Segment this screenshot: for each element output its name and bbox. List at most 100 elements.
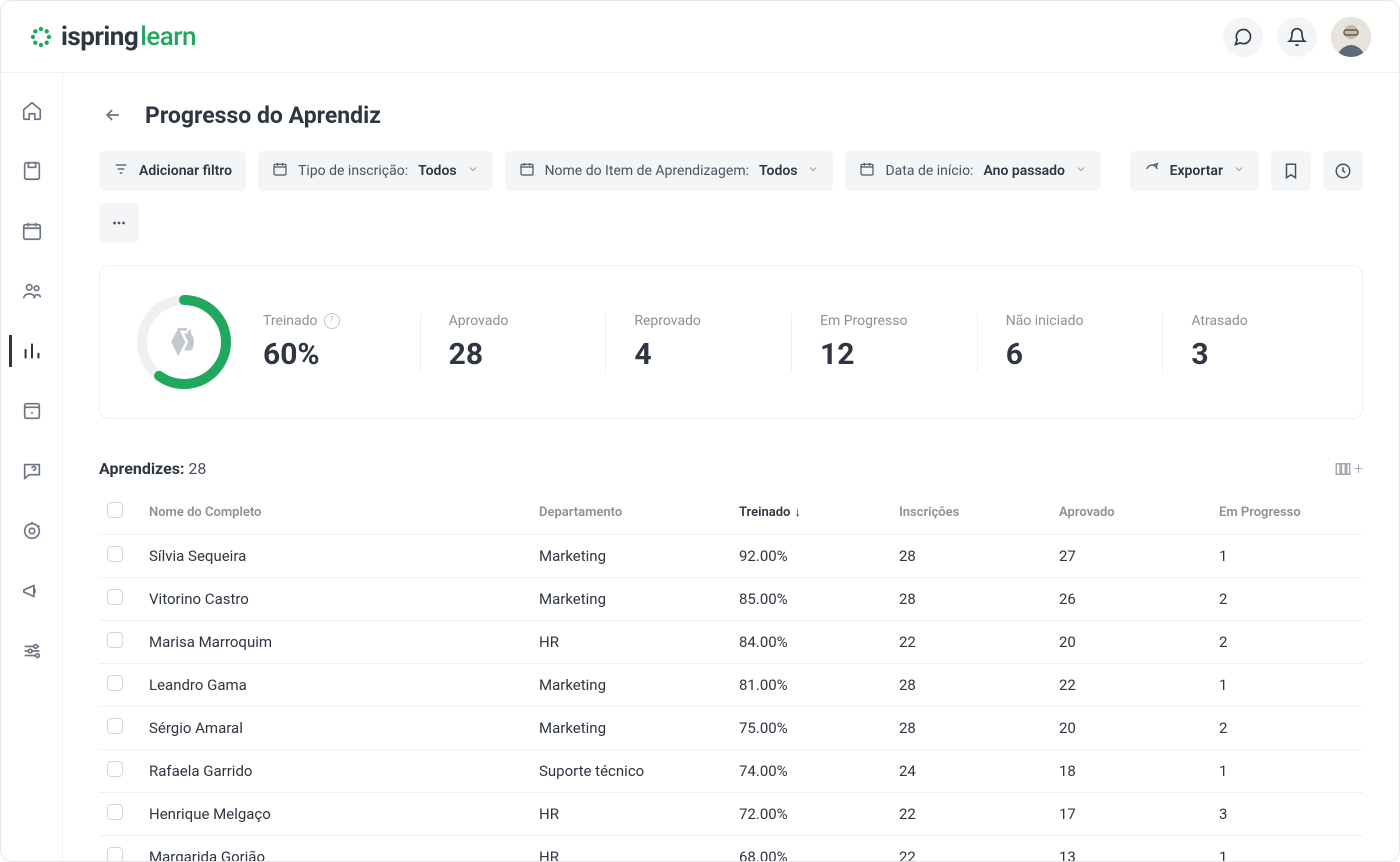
cell-approved: 18 — [1051, 750, 1211, 793]
filter-label: Tipo de inscrição: — [298, 163, 408, 179]
cell-name: Vitorino Castro — [141, 578, 531, 621]
col-approved[interactable]: Aprovado — [1051, 492, 1211, 535]
col-enrollments[interactable]: Inscrições — [891, 492, 1051, 535]
nav-help[interactable] — [9, 455, 51, 487]
row-checkbox[interactable] — [99, 750, 141, 793]
table-row[interactable]: Sílvia SequeiraMarketing92.00%28271 — [99, 535, 1363, 578]
cell-department: Marketing — [531, 578, 731, 621]
calendar-icon — [519, 161, 535, 181]
calendar-icon — [272, 161, 288, 181]
nav-content[interactable] — [9, 155, 51, 187]
cell-department: HR — [531, 793, 731, 836]
user-avatar[interactable] — [1331, 17, 1371, 57]
cell-in-progress: 1 — [1211, 750, 1363, 793]
cell-approved: 13 — [1051, 836, 1211, 862]
nav-announce[interactable] — [9, 575, 51, 607]
stat-value: 6 — [1006, 337, 1143, 372]
stat-value: 60% — [263, 337, 400, 372]
table-title-label: Aprendizes: — [99, 459, 184, 478]
filter-value: Todos — [418, 163, 456, 179]
cell-in-progress: 2 — [1211, 578, 1363, 621]
filter-label: Data de início: — [885, 163, 973, 179]
back-button[interactable] — [99, 101, 127, 129]
export-button[interactable]: Exportar — [1130, 151, 1259, 191]
add-filter-label: Adicionar filtro — [139, 163, 232, 179]
chevron-down-icon — [1233, 163, 1245, 179]
notifications-button[interactable] — [1277, 17, 1317, 57]
nav-archive[interactable] — [9, 395, 51, 427]
stats-card: Treinado? 60% Aprovado 28 Reprovado 4 Em… — [99, 265, 1363, 419]
stat-value: 12 — [820, 337, 957, 372]
table-row[interactable]: Sérgio AmaralMarketing75.00%28202 — [99, 707, 1363, 750]
cell-name: Leandro Gama — [141, 664, 531, 707]
cell-name: Rafaela Garrido — [141, 750, 531, 793]
cell-in-progress: 1 — [1211, 535, 1363, 578]
help-icon[interactable]: ? — [324, 313, 340, 329]
cell-enrollments: 22 — [891, 621, 1051, 664]
cell-in-progress: 2 — [1211, 707, 1363, 750]
columns-button[interactable]: + — [1334, 459, 1363, 478]
cell-enrollments: 28 — [891, 535, 1051, 578]
table-head-row: Nome do Completo Departamento Treinado↓ … — [99, 492, 1363, 535]
col-checkbox[interactable] — [99, 492, 141, 535]
stat-not-started: Não iniciado 6 — [977, 313, 1143, 372]
stat-failed: Reprovado 4 — [605, 313, 771, 372]
filter-item-name[interactable]: Nome do Item de Aprendizagem: Todos — [505, 151, 834, 191]
more-button[interactable] — [99, 203, 139, 243]
stat-overdue: Atrasado 3 — [1162, 313, 1328, 372]
row-checkbox[interactable] — [99, 707, 141, 750]
row-checkbox[interactable] — [99, 535, 141, 578]
stat-label: Em Progresso — [820, 313, 957, 329]
filter-enrollment-type[interactable]: Tipo de inscrição: Todos — [258, 151, 493, 191]
row-checkbox[interactable] — [99, 664, 141, 707]
cell-trained: 81.00% — [731, 664, 891, 707]
cell-in-progress: 1 — [1211, 664, 1363, 707]
nav-reports[interactable] — [9, 335, 51, 367]
cell-name: Henrique Melgaço — [141, 793, 531, 836]
table-row[interactable]: Henrique MelgaçoHR72.00%22173 — [99, 793, 1363, 836]
logo[interactable]: ispring learn — [29, 22, 196, 52]
cell-trained: 74.00% — [731, 750, 891, 793]
cell-enrollments: 28 — [891, 707, 1051, 750]
row-checkbox[interactable] — [99, 793, 141, 836]
row-checkbox[interactable] — [99, 836, 141, 862]
nav-home[interactable] — [9, 95, 51, 127]
logo-text-ispring: ispring — [61, 22, 138, 52]
col-department[interactable]: Departamento — [531, 492, 731, 535]
chat-button[interactable] — [1223, 17, 1263, 57]
col-in-progress[interactable]: Em Progresso — [1211, 492, 1363, 535]
col-trained[interactable]: Treinado↓ — [731, 492, 891, 535]
filter-icon — [113, 161, 129, 181]
table-row[interactable]: Marisa MarroquimHR84.00%22202 — [99, 621, 1363, 664]
graduation-icon — [134, 292, 234, 392]
filter-start-date[interactable]: Data de início: Ano passado — [845, 151, 1101, 191]
filter-value: Todos — [759, 163, 797, 179]
table-row[interactable]: Vitorino CastroMarketing85.00%28262 — [99, 578, 1363, 621]
stat-label: Aprovado — [449, 313, 586, 329]
cell-department: HR — [531, 621, 731, 664]
table-row[interactable]: Margarida GorjãoHR68.00%22131 — [99, 836, 1363, 862]
stat-approved: Aprovado 28 — [420, 313, 586, 372]
cell-department: Marketing — [531, 535, 731, 578]
cell-approved: 17 — [1051, 793, 1211, 836]
cell-trained: 68.00% — [731, 836, 891, 862]
cell-approved: 26 — [1051, 578, 1211, 621]
chevron-down-icon — [807, 163, 819, 179]
nav-settings[interactable] — [9, 635, 51, 667]
nav-calendar[interactable] — [9, 215, 51, 247]
history-button[interactable] — [1323, 151, 1363, 191]
cell-trained: 84.00% — [731, 621, 891, 664]
nav-gamification[interactable] — [9, 515, 51, 547]
bookmark-button[interactable] — [1271, 151, 1311, 191]
col-full-name[interactable]: Nome do Completo — [141, 492, 531, 535]
filter-bar: Adicionar filtro Tipo de inscrição: Todo… — [99, 151, 1363, 243]
nav-users[interactable] — [9, 275, 51, 307]
row-checkbox[interactable] — [99, 621, 141, 664]
page-title: Progresso do Aprendiz — [145, 102, 381, 129]
cell-department: Marketing — [531, 664, 731, 707]
row-checkbox[interactable] — [99, 578, 141, 621]
add-filter-button[interactable]: Adicionar filtro — [99, 151, 246, 191]
table-row[interactable]: Leandro GamaMarketing81.00%28221 — [99, 664, 1363, 707]
stat-in-progress: Em Progresso 12 — [791, 313, 957, 372]
table-row[interactable]: Rafaela GarridoSuporte técnico74.00%2418… — [99, 750, 1363, 793]
